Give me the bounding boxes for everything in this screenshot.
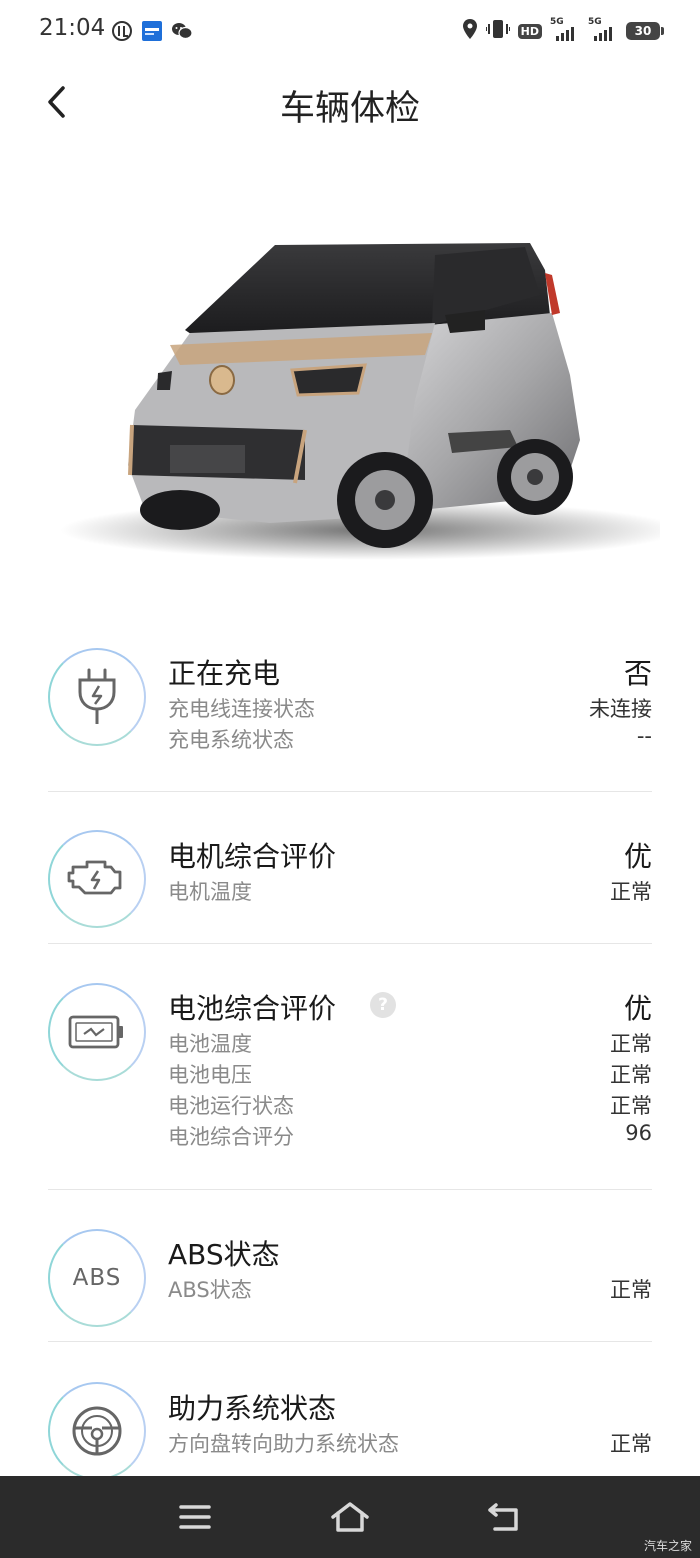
charging-value: 否	[623, 657, 652, 690]
status-bar: 21:04 HD 5G 5G 30	[0, 0, 700, 62]
abs-title: ABS状态	[168, 1238, 280, 1271]
motor-section[interactable]: 电机综合评价 优 电机温度 正常	[48, 830, 652, 930]
motor-temp-value: 正常	[610, 880, 652, 904]
steering-wheel-icon	[48, 1382, 146, 1476]
abs-status-value: 正常	[610, 1278, 652, 1302]
battery-section[interactable]: 电池综合评价 ? 优 电池温度 正常 电池电压 正常 电池运行状态 正常 电池综…	[48, 983, 652, 1153]
steering-title: 助力系统状态	[168, 1392, 337, 1425]
charging-system-label: 充电系统状态	[168, 728, 294, 752]
divider	[48, 1341, 652, 1342]
screen-record-icon	[110, 20, 134, 42]
steering-assist-value: 正常	[610, 1432, 652, 1456]
system-nav-bar: 汽车之家	[0, 1476, 700, 1558]
page-title: 车辆体检	[279, 89, 420, 129]
back-icon	[488, 1503, 518, 1531]
battery-score-label: 电池综合评分	[168, 1125, 294, 1149]
charging-cable-label: 充电线连接状态	[168, 697, 315, 721]
divider	[48, 791, 652, 792]
back-nav-button[interactable]	[480, 1494, 530, 1540]
battery-title: 电池综合评价	[168, 992, 337, 1025]
divider	[48, 943, 652, 944]
engine-icon	[48, 830, 146, 928]
charging-cable-value: 未连接	[589, 697, 652, 721]
wechat-icon	[170, 20, 194, 42]
signal-5g-icon: 5G	[550, 17, 580, 41]
status-time: 21:04	[39, 15, 106, 41]
location-icon	[462, 18, 478, 44]
header: 车辆体检	[0, 62, 700, 142]
help-icon[interactable]: ?	[370, 992, 396, 1018]
battery-voltage-label: 电池电压	[168, 1063, 252, 1087]
abs-icon-text: ABS	[72, 1265, 122, 1291]
divider	[48, 1189, 652, 1190]
steering-assist-label: 方向盘转向助力系统状态	[168, 1432, 399, 1456]
abs-icon: ABS	[48, 1229, 146, 1327]
battery-value: 优	[623, 992, 652, 1025]
battery-icon: 30	[626, 22, 664, 40]
signal-label: 5G	[550, 17, 564, 27]
menu-button[interactable]	[170, 1494, 220, 1540]
battery-temp-value: 正常	[610, 1032, 652, 1056]
battery-running-value: 正常	[610, 1094, 652, 1118]
charging-section[interactable]: 正在充电 否 充电线连接状态 未连接 充电系统状态 --	[48, 648, 652, 752]
motor-value: 优	[623, 840, 652, 873]
motor-temp-label: 电机温度	[168, 880, 252, 904]
signal-label-2: 5G	[588, 17, 602, 27]
watermark: 汽车之家	[643, 1539, 692, 1553]
vibrate-icon	[484, 18, 511, 44]
charging-title: 正在充电	[168, 657, 281, 690]
battery-score-value: 96	[625, 1121, 652, 1145]
home-button[interactable]	[325, 1494, 375, 1540]
steering-section[interactable]: 助力系统状态 方向盘转向助力系统状态 正常	[48, 1382, 652, 1476]
plug-icon	[48, 648, 146, 746]
signal-5g-icon-2: 5G	[588, 17, 618, 41]
status-right-icons: HD 5G 5G 30	[462, 17, 664, 45]
menu-icon	[179, 1505, 211, 1529]
hd-icon: HD	[517, 23, 542, 39]
battery-running-label: 电池运行状态	[168, 1094, 294, 1118]
abs-status-label: ABS状态	[168, 1278, 252, 1302]
motor-title: 电机综合评价	[168, 840, 337, 873]
battery-health-icon	[48, 983, 146, 1081]
app-badge-icon	[141, 20, 163, 42]
charging-system-value: --	[636, 724, 652, 748]
home-icon	[331, 1502, 369, 1532]
car-illustration	[40, 225, 680, 570]
battery-temp-label: 电池温度	[168, 1032, 252, 1056]
battery-voltage-value: 正常	[610, 1063, 652, 1087]
abs-section[interactable]: ABS ABS状态 ABS状态 正常	[48, 1229, 652, 1329]
